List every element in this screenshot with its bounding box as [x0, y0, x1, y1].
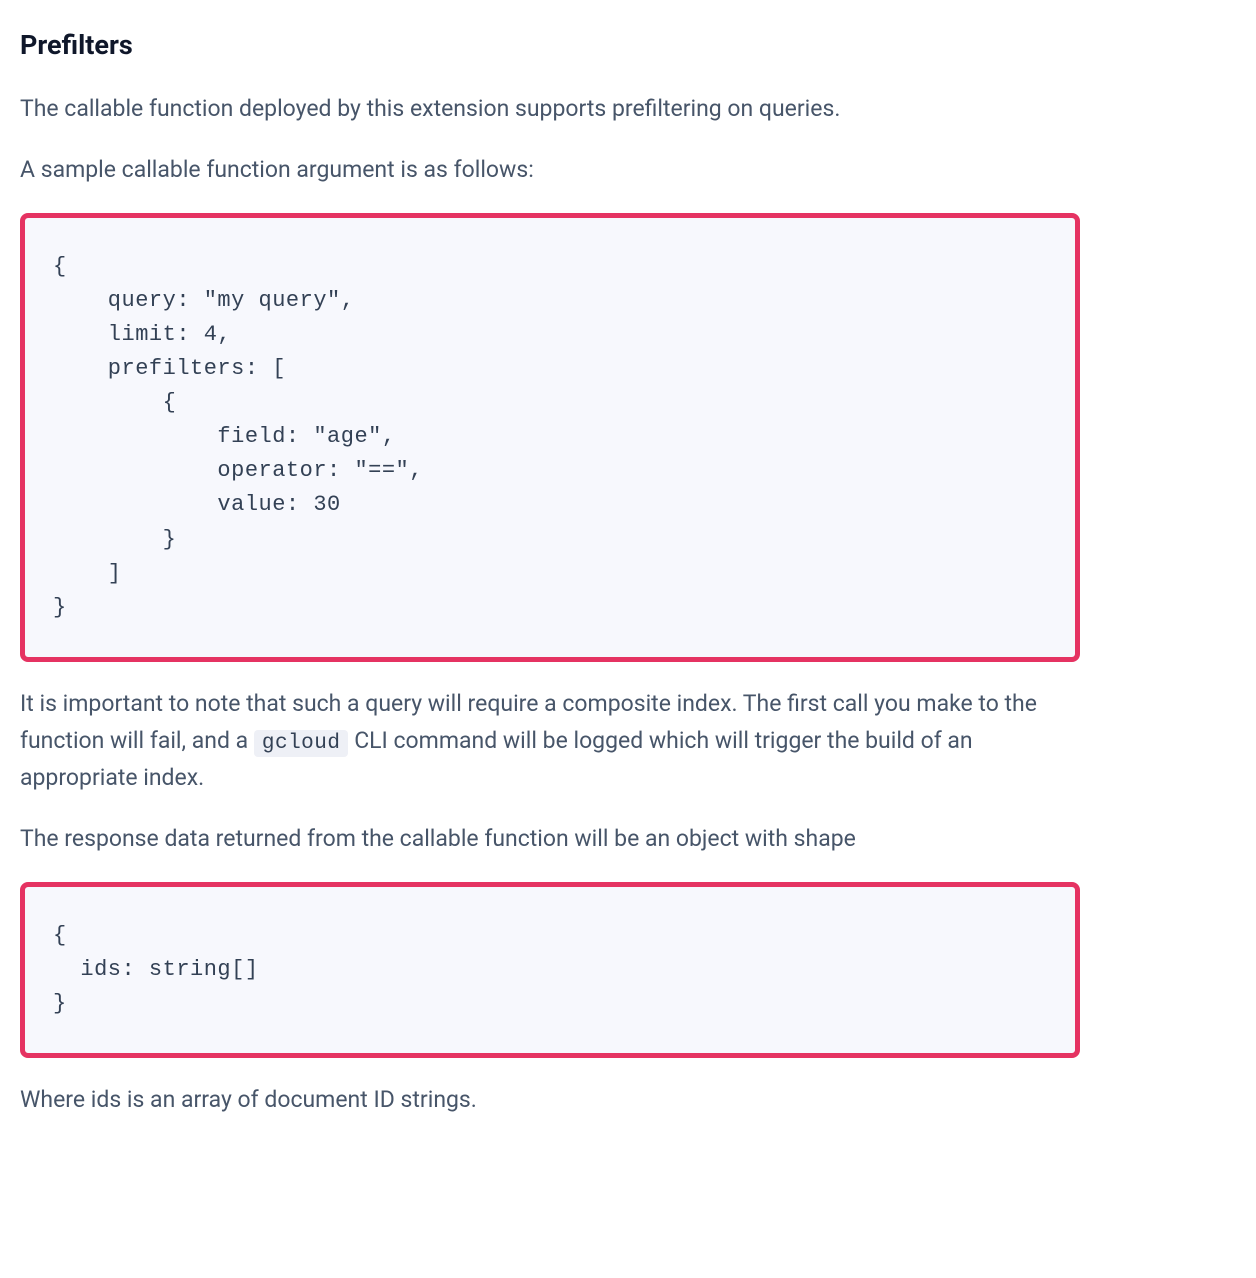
inline-code-gcloud: gcloud [254, 730, 349, 757]
code-block-response-shape: { ids: string[] } [20, 882, 1080, 1058]
section-heading: Prefilters [20, 24, 1080, 67]
composite-index-note: It is important to note that such a quer… [20, 686, 1080, 797]
code-block-sample-argument: { query: "my query", limit: 4, prefilter… [20, 213, 1080, 662]
response-intro-paragraph: The response data returned from the call… [20, 821, 1080, 858]
intro-paragraph-2: A sample callable function argument is a… [20, 152, 1080, 189]
document-content: Prefilters The callable function deploye… [20, 24, 1080, 1119]
code-block-wrapper: { ids: string[] } [20, 882, 1080, 1058]
closing-paragraph: Where ids is an array of document ID str… [20, 1082, 1080, 1119]
intro-paragraph-1: The callable function deployed by this e… [20, 91, 1080, 128]
code-block-wrapper: { query: "my query", limit: 4, prefilter… [20, 213, 1080, 662]
